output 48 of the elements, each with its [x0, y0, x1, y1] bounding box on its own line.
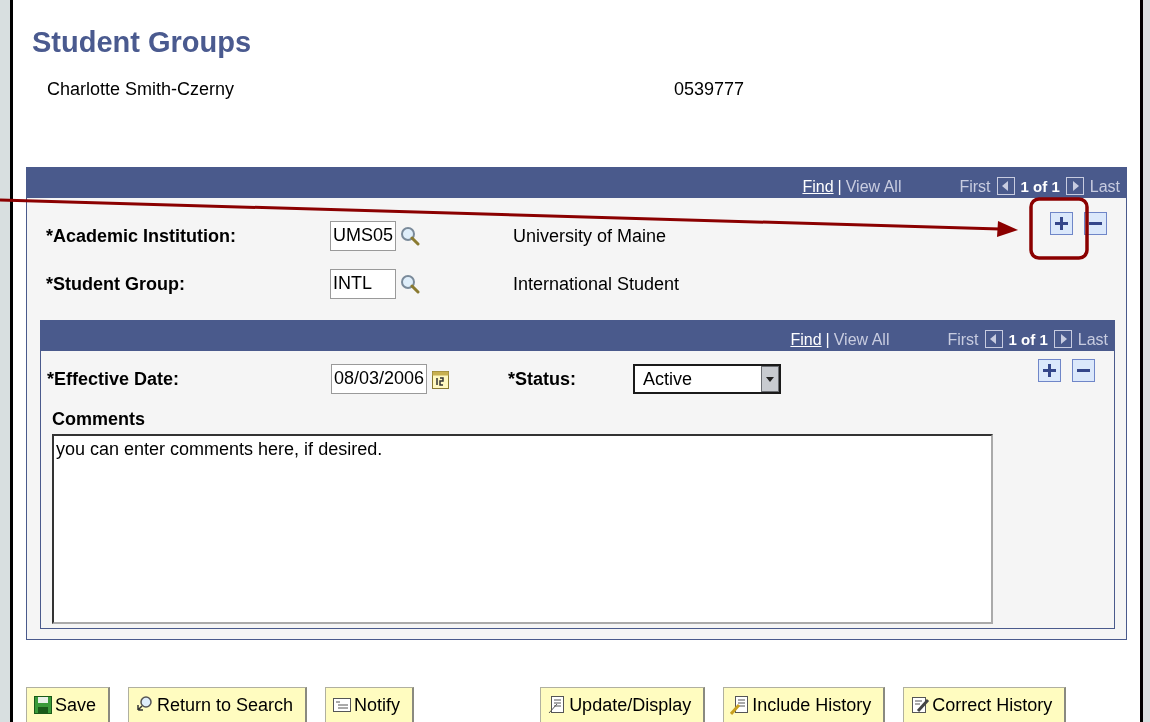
student-id: 0539777	[674, 79, 745, 101]
dropdown-arrow-icon[interactable]	[761, 366, 779, 392]
field-description: International Student	[513, 273, 680, 295]
document-pencil-icon	[910, 695, 931, 715]
row-count: 1 of 1	[1008, 330, 1048, 350]
action-button[interactable]: Save	[26, 687, 111, 722]
action-button[interactable]: Update/Display	[540, 687, 706, 722]
action-button[interactable]: Correct History	[903, 687, 1067, 722]
search-icon[interactable]	[400, 226, 421, 246]
input-field[interactable]: INTL	[330, 269, 396, 299]
document-pencil-icon	[730, 695, 751, 715]
separator: |	[825, 330, 830, 350]
separator: |	[837, 177, 842, 197]
field-description: University of Maine	[513, 225, 667, 247]
action-button[interactable]: Notify	[325, 687, 415, 722]
previous-button[interactable]	[996, 177, 1015, 195]
student-name: Charlotte Smith-Czerny	[47, 79, 236, 101]
first-link[interactable]: First	[959, 177, 991, 197]
view-all-link[interactable]: View All	[845, 177, 902, 197]
date-field[interactable]: 08/03/2006	[331, 364, 428, 394]
next-button[interactable]	[1065, 177, 1084, 195]
field-label: *Effective Date:	[47, 368, 181, 390]
previous-button[interactable]	[984, 330, 1003, 348]
save-icon	[33, 695, 53, 715]
delete-row-button[interactable]	[1072, 359, 1095, 382]
calendar-icon[interactable]	[431, 368, 452, 390]
last-link[interactable]: Last	[1077, 330, 1108, 350]
status-dropdown[interactable]: Active	[633, 364, 781, 394]
search-icon[interactable]	[400, 274, 420, 294]
note-icon	[332, 695, 353, 715]
next-button[interactable]	[1053, 330, 1072, 348]
field-label: *Status:	[508, 368, 577, 390]
field-label: *Student Group:	[46, 273, 186, 295]
first-link[interactable]: First	[947, 330, 979, 350]
add-row-button[interactable]	[1050, 212, 1073, 235]
input-field[interactable]: UMS05	[330, 221, 397, 251]
page-title: Student Groups	[32, 26, 253, 60]
action-button[interactable]: Return to Search	[128, 687, 308, 722]
view-all-link[interactable]: View All	[833, 330, 890, 350]
add-row-button[interactable]	[1038, 359, 1061, 382]
comments-label: Comments	[51, 409, 146, 430]
field-label: *Academic Institution:	[46, 225, 238, 247]
row-count: 1 of 1	[1020, 177, 1060, 197]
find-link[interactable]: Find	[790, 330, 822, 350]
last-link[interactable]: Last	[1089, 177, 1120, 197]
comments-field[interactable]: you can enter comments here, if desired.	[52, 434, 993, 624]
action-button[interactable]: Include History	[723, 687, 886, 722]
find-link[interactable]: Find	[802, 177, 834, 197]
